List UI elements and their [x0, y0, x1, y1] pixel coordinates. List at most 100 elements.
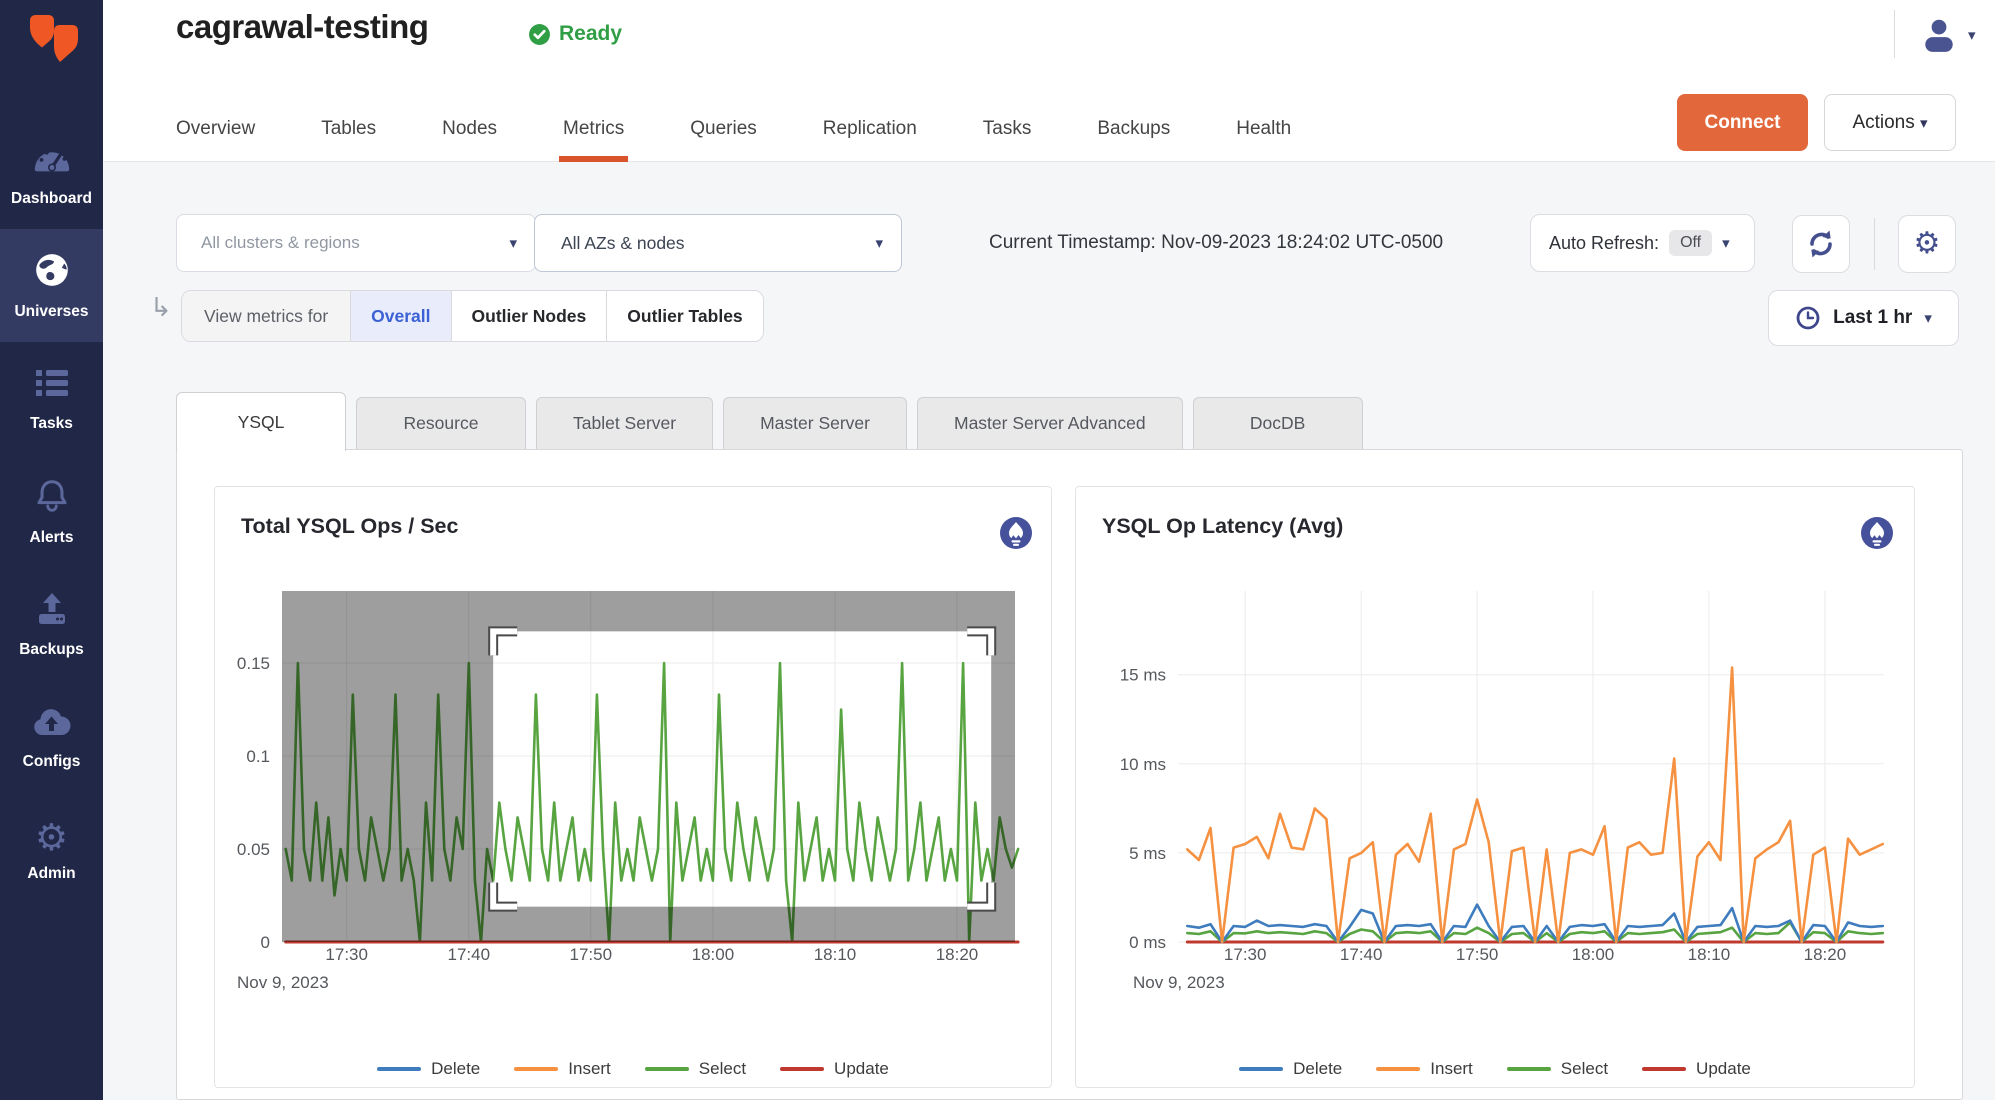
prometheus-icon[interactable] — [1861, 517, 1893, 549]
metric-tab-ysql[interactable]: YSQL — [176, 392, 346, 451]
user-menu[interactable]: ▾ — [1920, 16, 1976, 54]
legend-item-insert[interactable]: Insert — [514, 1059, 611, 1079]
svg-text:18:00: 18:00 — [692, 945, 735, 964]
chart-plot-area[interactable]: 17:3017:4017:5018:0018:1018:200 ms5 ms10… — [1076, 591, 1916, 1011]
task-list-icon — [32, 365, 72, 406]
legend-label: Insert — [568, 1059, 611, 1079]
metric-tab-resource[interactable]: Resource — [356, 397, 526, 449]
metric-tabs: YSQLResourceTablet ServerMaster ServerMa… — [176, 392, 1363, 449]
universe-title: cagrawal-testing — [176, 8, 428, 46]
chart-card-total-ysql-ops: Total YSQL Ops / Sec 17:3017:4017:5018:0… — [214, 486, 1052, 1088]
sidebar-item-admin[interactable]: ⚙ Admin — [0, 794, 103, 907]
svg-text:17:30: 17:30 — [325, 945, 368, 964]
view-metrics-label: View metrics for — [182, 291, 351, 341]
chart-plot-area[interactable]: 17:3017:4017:5018:0018:1018:2000.050.10.… — [215, 591, 1053, 1011]
sidebar-item-label: Universes — [14, 303, 88, 321]
actions-label: Actions — [1852, 112, 1914, 133]
legend-item-update[interactable]: Update — [780, 1059, 889, 1079]
refresh-icon — [1801, 224, 1841, 264]
chart-title: Total YSQL Ops / Sec — [241, 514, 458, 539]
svg-text:0.15: 0.15 — [237, 654, 270, 673]
gear-icon: ⚙ — [35, 819, 68, 856]
chevron-down-icon: ▾ — [1722, 234, 1730, 252]
sidebar-item-label: Tasks — [30, 415, 73, 433]
auto-refresh-label: Auto Refresh: — [1549, 233, 1659, 254]
svg-text:0.05: 0.05 — [237, 840, 270, 859]
auto-refresh-dropdown[interactable]: Auto Refresh: Off ▾ — [1530, 214, 1755, 272]
legend-item-update[interactable]: Update — [1642, 1059, 1751, 1079]
svg-text:18:10: 18:10 — [814, 945, 857, 964]
svg-text:17:30: 17:30 — [1224, 945, 1267, 964]
clock-icon — [1795, 305, 1821, 331]
legend-item-insert[interactable]: Insert — [1376, 1059, 1473, 1079]
sidebar-item-label: Admin — [27, 865, 75, 883]
tab-queries[interactable]: Queries — [690, 96, 757, 162]
sidebar-item-dashboard[interactable]: Dashboard — [0, 116, 103, 229]
tab-replication[interactable]: Replication — [823, 96, 917, 162]
sidebar-item-backups[interactable]: Backups — [0, 568, 103, 681]
check-circle-icon — [528, 23, 551, 46]
svg-text:17:40: 17:40 — [1340, 945, 1383, 964]
settings-button[interactable]: ⚙ — [1898, 215, 1956, 273]
legend-swatch — [780, 1067, 824, 1071]
sidebar-items: Dashboard Universes Tasks Alerts Backups… — [0, 116, 103, 907]
svg-text:17:50: 17:50 — [1456, 945, 1499, 964]
svg-text:0: 0 — [261, 933, 270, 952]
sidebar-item-label: Dashboard — [11, 190, 92, 208]
status-badge: Ready — [528, 22, 622, 46]
nav-tabs: Overview Tables Nodes Metrics Queries Replica… — [176, 96, 1291, 162]
chevron-down-icon: ▾ — [509, 234, 517, 252]
actions-button[interactable]: Actions ▾ — [1824, 94, 1956, 151]
user-avatar-icon — [1920, 16, 1958, 54]
legend-label: Update — [1696, 1059, 1751, 1079]
view-option-outlier-nodes[interactable]: Outlier Nodes — [452, 291, 608, 341]
time-range-dropdown[interactable]: Last 1 hr ▾ — [1768, 290, 1959, 346]
metric-tab-master-server-advanced[interactable]: Master Server Advanced — [917, 397, 1183, 449]
svg-text:18:10: 18:10 — [1688, 945, 1731, 964]
view-option-overall[interactable]: Overall — [351, 291, 451, 341]
svg-text:18:20: 18:20 — [936, 945, 979, 964]
chevron-down-icon: ▾ — [875, 234, 883, 252]
metric-tab-tablet-server[interactable]: Tablet Server — [536, 397, 713, 449]
tab-health[interactable]: Health — [1236, 96, 1291, 162]
legend-swatch — [645, 1067, 689, 1071]
svg-text:Nov 9, 2023: Nov 9, 2023 — [237, 973, 329, 992]
prometheus-icon[interactable] — [1000, 517, 1032, 549]
tab-nodes[interactable]: Nodes — [442, 96, 497, 162]
legend-swatch — [377, 1067, 421, 1071]
tab-tables[interactable]: Tables — [321, 96, 376, 162]
az-nodes-filter[interactable]: All AZs & nodes ▾ — [534, 214, 902, 272]
tab-overview[interactable]: Overview — [176, 96, 255, 162]
legend-item-select[interactable]: Select — [1507, 1059, 1608, 1079]
refresh-button[interactable] — [1792, 215, 1850, 273]
clusters-filter-placeholder: All clusters & regions — [201, 233, 509, 253]
tab-tasks[interactable]: Tasks — [983, 96, 1032, 162]
legend-swatch — [1376, 1067, 1420, 1071]
tab-metrics[interactable]: Metrics — [563, 96, 624, 162]
tab-backups[interactable]: Backups — [1097, 96, 1170, 162]
legend-item-select[interactable]: Select — [645, 1059, 746, 1079]
sidebar-item-universes[interactable]: Universes — [0, 229, 103, 342]
legend-swatch — [514, 1067, 558, 1071]
chevron-down-icon: ▾ — [1920, 115, 1928, 132]
status-label: Ready — [559, 22, 622, 46]
svg-text:15 ms: 15 ms — [1120, 666, 1166, 685]
connect-button[interactable]: Connect — [1677, 94, 1808, 151]
clusters-regions-filter[interactable]: All clusters & regions ▾ — [176, 214, 536, 272]
globe-icon — [33, 251, 71, 294]
metric-tab-master-server[interactable]: Master Server — [723, 397, 907, 449]
yugabyte-logo-icon[interactable] — [24, 10, 80, 64]
sidebar-item-tasks[interactable]: Tasks — [0, 342, 103, 455]
view-option-outlier-tables[interactable]: Outlier Tables — [607, 291, 762, 341]
metric-tab-docdb[interactable]: DocDB — [1193, 397, 1363, 449]
sidebar: Dashboard Universes Tasks Alerts Backups… — [0, 0, 103, 1100]
legend-item-delete[interactable]: Delete — [377, 1059, 480, 1079]
sidebar-item-alerts[interactable]: Alerts — [0, 455, 103, 568]
sidebar-item-configs[interactable]: Configs — [0, 681, 103, 794]
header: cagrawal-testing Ready Overview Tables Nod… — [103, 0, 1995, 162]
legend-swatch — [1642, 1067, 1686, 1071]
legend-item-delete[interactable]: Delete — [1239, 1059, 1342, 1079]
chart-card-ysql-op-latency: YSQL Op Latency (Avg) 17:3017:4017:5018:… — [1075, 486, 1915, 1088]
view-metrics-group: View metrics for OverallOutlier NodesOut… — [181, 290, 764, 342]
sidebar-item-label: Configs — [23, 753, 81, 771]
